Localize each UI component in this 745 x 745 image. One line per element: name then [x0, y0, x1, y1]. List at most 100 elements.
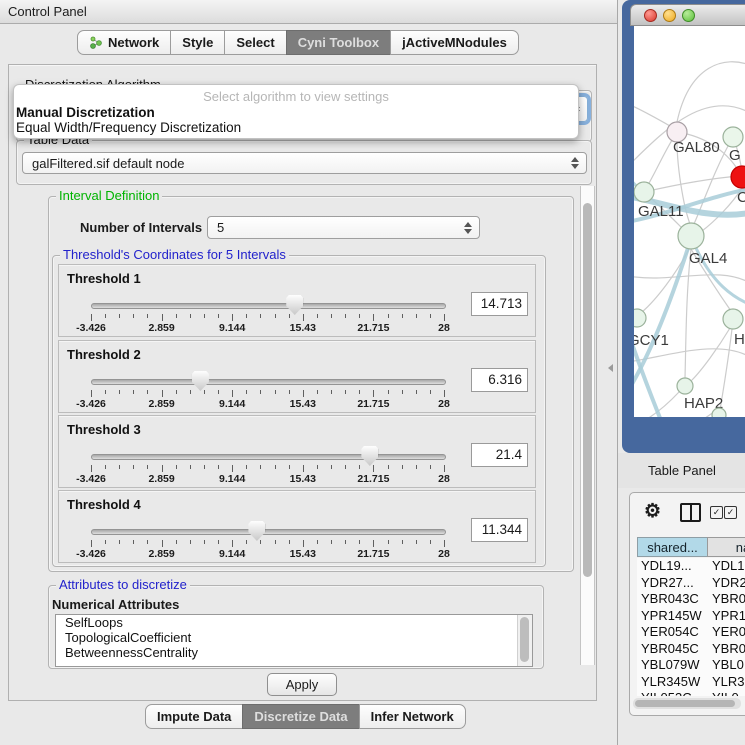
table-row[interactable]: YBR045CYBR0	[637, 641, 745, 658]
tab-cyni-toolbox[interactable]: Cyni Toolbox	[286, 30, 391, 55]
table-row[interactable]: YDR27...YDR2	[637, 575, 745, 592]
tab-infer-network[interactable]: Infer Network	[359, 704, 466, 729]
network-node-h[interactable]	[723, 309, 743, 329]
number-of-intervals-combo[interactable]: 5	[207, 216, 480, 239]
network-node-hap2[interactable]	[677, 378, 693, 394]
table-row[interactable]: YPR145WYPR1	[637, 608, 745, 625]
network-edge	[685, 249, 691, 378]
list-scrollbar[interactable]	[517, 615, 532, 666]
slider-tick	[119, 540, 120, 544]
table-row[interactable]: YDL19...YDL1	[637, 558, 745, 575]
popup-item-equal-width-frequency-discretization[interactable]: Equal Width/Frequency Discretization	[16, 120, 241, 135]
slider-tick	[133, 465, 134, 469]
slider-tick	[105, 314, 106, 318]
slider-thumb[interactable]	[361, 446, 378, 466]
tab-impute-data[interactable]: Impute Data	[145, 704, 243, 729]
table-hscrollbar[interactable]	[633, 698, 741, 709]
table-data-combo[interactable]: galFiltered.sif default node	[22, 152, 587, 174]
bottom-tab-bar: Impute DataDiscretize DataInfer Network	[145, 704, 466, 729]
gear-icon[interactable]: ⚙	[644, 500, 661, 523]
slider-tick	[388, 390, 389, 394]
network-node-gal11[interactable]	[634, 182, 654, 202]
network-node-gcy1[interactable]	[634, 309, 646, 327]
scrollbar-thumb[interactable]	[635, 700, 735, 707]
slider-tick	[303, 314, 304, 321]
slider-thumb[interactable]	[248, 521, 265, 541]
split-view-icon[interactable]	[680, 503, 701, 522]
slider-tick	[162, 540, 163, 547]
tab-label: Style	[182, 31, 213, 54]
slider-track[interactable]	[91, 303, 446, 309]
checkbox-checked-icon[interactable]: ✓	[724, 506, 737, 519]
slider-tick-label: 9.144	[219, 322, 245, 334]
slider-tick-label: 15.43	[290, 548, 316, 560]
attribute-item-topologicalcoefficient[interactable]: TopologicalCoefficient	[56, 630, 532, 645]
column-header-name[interactable]: na	[707, 537, 745, 557]
popup-item-manual-discretization[interactable]: Manual Discretization	[16, 105, 155, 120]
slider-tick-label: -3.426	[76, 473, 106, 485]
node-label: GCY1	[634, 332, 669, 349]
table-row[interactable]: YBL079WYBL0	[637, 657, 745, 674]
slider-tick	[162, 465, 163, 472]
close-traffic-light-icon[interactable]	[644, 9, 657, 22]
slider-tick	[345, 314, 346, 318]
zoom-traffic-light-icon[interactable]	[682, 9, 695, 22]
threshold-value-field[interactable]: 11.344	[471, 518, 528, 542]
slider-thumb[interactable]	[286, 295, 303, 315]
slider-tick	[416, 390, 417, 394]
tab-select[interactable]: Select	[224, 30, 286, 55]
tab-network[interactable]: Network	[77, 30, 171, 55]
slider-tick	[373, 465, 374, 472]
network-node-c[interactable]	[731, 166, 745, 188]
attribute-item-betweennesscentrality[interactable]: BetweennessCentrality	[56, 645, 532, 660]
slider-thumb[interactable]	[192, 371, 209, 391]
scrollbar-thumb[interactable]	[520, 617, 529, 662]
network-graph: GAL80GCGAL11GAL4GCY1HHAP2	[634, 26, 745, 417]
network-node[interactable]	[712, 408, 726, 417]
slider-tick	[190, 314, 191, 318]
table-row[interactable]: YER054CYER0	[637, 624, 745, 641]
network-canvas[interactable]: GAL80GCGAL11GAL4GCY1HHAP2	[634, 26, 745, 417]
network-window-titlebar[interactable]	[630, 4, 745, 26]
table-row[interactable]: YIL053CYIL0	[637, 690, 745, 696]
slider-track[interactable]	[91, 379, 446, 385]
network-node-gal4[interactable]	[678, 223, 704, 249]
table-row[interactable]: YLR345WYLR3	[637, 674, 745, 691]
threshold-value-field[interactable]: 6.316	[471, 368, 528, 392]
network-node-g[interactable]	[723, 127, 743, 147]
cell-name: YLR3	[712, 674, 745, 691]
threshold-label: Threshold 2	[67, 347, 141, 362]
slider-track[interactable]	[91, 454, 446, 460]
checkbox-checked-icon[interactable]: ✓	[710, 506, 723, 519]
column-header-shared-name[interactable]: shared...	[637, 537, 708, 557]
tab-label: Cyni Toolbox	[298, 31, 379, 54]
slider-tick	[289, 390, 290, 394]
slider-track[interactable]	[91, 529, 446, 535]
slider-tick-label: -3.426	[76, 398, 106, 410]
panel-splitter-handle-icon[interactable]	[608, 364, 613, 372]
table-row[interactable]: YBR043CYBR0	[637, 591, 745, 608]
tab-jactivemnodules[interactable]: jActiveMNodules	[390, 30, 519, 55]
slider-tick	[190, 390, 191, 394]
minimize-traffic-light-icon[interactable]	[663, 9, 676, 22]
tab-style[interactable]: Style	[170, 30, 225, 55]
threshold-value-field[interactable]: 21.4	[471, 443, 528, 467]
slider-tick	[345, 540, 346, 544]
attribute-item-selfloops[interactable]: SelfLoops	[56, 615, 532, 630]
cell-shared-name: YDL19...	[641, 558, 692, 575]
scrollbar-thumb[interactable]	[583, 203, 592, 577]
slider-tick	[147, 465, 148, 469]
threshold-value-field[interactable]: 14.713	[471, 292, 528, 316]
tab-label: Network	[108, 31, 159, 54]
slider-tick	[373, 314, 374, 321]
settings-scrollbar[interactable]	[580, 186, 595, 665]
slider-tick	[176, 465, 177, 469]
tab-discretize-data[interactable]: Discretize Data	[242, 704, 359, 729]
slider-tick	[331, 465, 332, 469]
slider-tick	[373, 540, 374, 547]
slider-tick	[218, 465, 219, 469]
apply-button[interactable]: Apply	[267, 673, 337, 696]
slider-tick	[190, 465, 191, 469]
numerical-attributes-list[interactable]: SelfLoopsTopologicalCoefficientBetweenne…	[55, 614, 533, 667]
cell-shared-name: YIL053C	[641, 690, 692, 696]
